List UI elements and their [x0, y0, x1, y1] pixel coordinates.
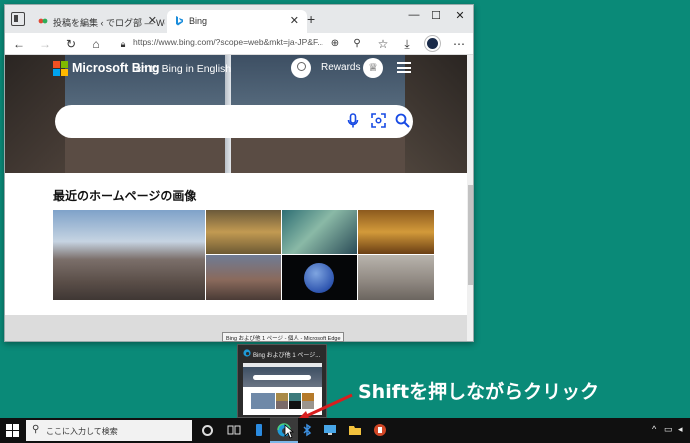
bing-favicon-icon [176, 16, 183, 26]
new-tab-button[interactable]: + [307, 11, 315, 27]
visual-search-icon[interactable] [371, 113, 386, 128]
start-button[interactable] [6, 424, 19, 437]
tab-close-icon[interactable]: ✕ [148, 14, 157, 27]
browser-toolbar: ← → ↻ ⌂ 🔒︎ https://www.bing.com/?scope=w… [5, 33, 473, 55]
city-image[interactable] [206, 255, 281, 300]
download-icon[interactable]: ⤓ [399, 36, 415, 52]
hero-background: Microsoft Bing ch to Bing in English Rew… [5, 55, 467, 173]
forest-image[interactable] [358, 210, 434, 254]
address-bar[interactable]: https://www.bing.com/?scope=web&mkt=ja-J… [133, 37, 323, 47]
tab-label: Bing [189, 16, 208, 26]
more-icon[interactable]: ⋯ [451, 36, 467, 52]
scrollbar-thumb[interactable] [468, 185, 473, 285]
preview-title: Bing および他 1 ページ... [253, 353, 321, 359]
instruction-annotation: Shiftを押しながらクリック [358, 381, 600, 403]
maximize-button[interactable]: ☐ [425, 9, 447, 22]
taskbar: ⚲ ここに入力して検索 ^ ▭ ◂ [0, 418, 690, 443]
search-placeholder: ここに入力して検索 [46, 427, 118, 436]
user-icon[interactable] [291, 58, 311, 78]
vertical-scrollbar[interactable] [467, 55, 473, 341]
tab-wordpress[interactable]: 投稿を編集 ‹ でログ部 — WordP ✕ [31, 10, 165, 33]
search-input[interactable] [55, 105, 413, 138]
browser-window: 投稿を編集 ‹ でログ部 — WordP ✕ Bing ✕ + — ☐ ✕ ← … [4, 4, 474, 342]
task-view-icon[interactable] [227, 423, 241, 437]
mountain-image[interactable] [53, 210, 205, 300]
network-icon[interactable]: ▭ [664, 424, 673, 435]
refresh-icon[interactable]: ↻ [63, 36, 79, 52]
menu-icon[interactable] [397, 62, 411, 73]
cortana-icon[interactable] [202, 425, 213, 436]
mouse-cursor-icon [284, 424, 294, 439]
profile-icon[interactable] [425, 36, 440, 51]
file-explorer-icon[interactable] [348, 423, 362, 437]
taskbar-search-input[interactable]: ⚲ ここに入力して検索 [26, 420, 192, 441]
search-icon[interactable] [395, 113, 410, 128]
powerpoint-icon[interactable] [373, 423, 387, 437]
grass-image[interactable] [206, 210, 281, 254]
edge-icon [243, 349, 251, 357]
taskbar-tooltip: Bing および他 1 ページ - 個人 - Microsoft Edge [222, 332, 344, 342]
back-icon[interactable]: ← [11, 36, 27, 52]
zoom-icon[interactable]: ⊕ [327, 36, 343, 52]
phone-app-icon[interactable] [252, 423, 266, 437]
neptune-image[interactable] [282, 255, 357, 300]
wordpress-favicon-icon [38, 18, 48, 24]
microphone-icon[interactable] [347, 113, 359, 129]
tracking-icon[interactable]: ⚲ [349, 36, 365, 52]
volume-icon[interactable]: ◂ [678, 424, 683, 435]
minimize-button[interactable]: — [403, 9, 425, 21]
tab-actions-icon[interactable] [11, 12, 25, 26]
rewards-icon[interactable]: ♕ [363, 58, 383, 78]
rewards-label[interactable]: Rewards [321, 62, 360, 73]
search-icon: ⚲ [32, 424, 40, 435]
lock-icon[interactable]: 🔒︎ [115, 36, 131, 52]
tab-bing[interactable]: Bing ✕ [167, 10, 307, 33]
tray-chevron-icon[interactable]: ^ [652, 424, 656, 434]
forward-icon[interactable]: → [37, 36, 53, 52]
preview-image [243, 363, 322, 415]
rhino-image[interactable] [358, 255, 434, 300]
home-icon[interactable]: ⌂ [88, 36, 104, 52]
title-bar: 投稿を編集 ‹ でログ部 — WordP ✕ Bing ✕ + — ☐ ✕ [5, 5, 473, 33]
aerial-image[interactable] [282, 210, 357, 254]
microsoft-logo-icon [53, 61, 68, 76]
switch-to-english-link[interactable]: ch to Bing in English [136, 63, 231, 75]
favorites-icon[interactable]: ☆ [375, 36, 391, 52]
section-title: 最近のホームページの画像 [53, 189, 197, 203]
close-button[interactable]: ✕ [449, 9, 471, 22]
bluetooth-app-icon[interactable] [300, 423, 314, 437]
remote-desktop-icon[interactable] [323, 423, 337, 437]
recent-images-section: 最近のホームページの画像 [5, 173, 467, 315]
taskbar-thumbnail-preview[interactable]: Bing および他 1 ページ... [237, 344, 327, 418]
tab-close-icon[interactable]: ✕ [290, 14, 299, 27]
